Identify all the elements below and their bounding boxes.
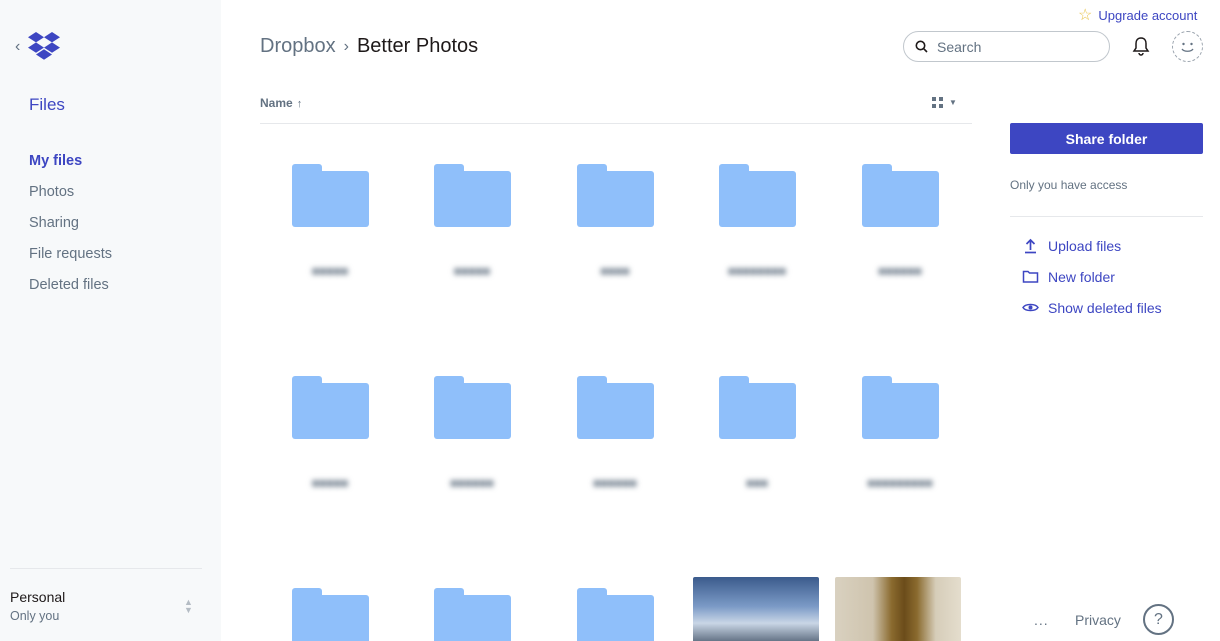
upgrade-label: Upgrade account xyxy=(1098,7,1198,23)
upload-files-action[interactable]: Upload files xyxy=(1022,230,1162,261)
folder-name: ■■■■ xyxy=(600,264,630,278)
page-title: Better Photos xyxy=(356,35,479,57)
eye-icon xyxy=(1022,303,1039,312)
new-folder-action[interactable]: New folder xyxy=(1022,261,1162,292)
folder-name: ■■■ xyxy=(746,476,768,490)
search-icon xyxy=(915,40,928,53)
privacy-link[interactable]: Privacy xyxy=(1075,612,1121,628)
folder-name: ■■■■■ xyxy=(311,264,349,278)
panel-divider xyxy=(1010,216,1203,217)
folder-tile[interactable]: ■■■■■■ xyxy=(545,352,673,542)
caret-down-icon: ▼ xyxy=(949,98,957,107)
folder-tile[interactable]: ■■■■■ xyxy=(260,352,388,542)
folder-tile[interactable] xyxy=(260,564,388,641)
folder-tile[interactable]: ■■■ xyxy=(687,352,815,542)
show-deleted-files-label: Show deleted files xyxy=(1048,299,1162,316)
folder-tile[interactable]: ■■■■■■■■ xyxy=(687,140,815,330)
folder-icon xyxy=(862,164,939,228)
folder-tile[interactable]: ■■■■■ xyxy=(402,140,530,330)
folder-name: ■■■■■■ xyxy=(878,264,922,278)
sidebar-item-my-files[interactable]: My files xyxy=(29,152,112,183)
breadcrumb-root[interactable]: Dropbox xyxy=(260,35,336,58)
folder-icon xyxy=(577,376,654,440)
view-toggle-button[interactable]: ▼ xyxy=(932,97,957,108)
folder-name: ■■■■■■■■ xyxy=(728,264,786,278)
folder-icon xyxy=(577,588,654,641)
more-options-button[interactable]: ... xyxy=(1034,612,1049,628)
folder-tile[interactable]: ■■■■■ xyxy=(260,140,388,330)
folder-name: ■■■■■■■■■ xyxy=(867,476,933,490)
folder-tile[interactable]: ■■■■ xyxy=(545,140,673,330)
app-window: ‹ Files My files Photos Sharing File req… xyxy=(0,0,1220,641)
account-switcher[interactable]: Personal Only you xyxy=(10,589,65,623)
upgrade-account-link[interactable]: ☆ Upgrade account xyxy=(1078,5,1197,25)
bell-icon[interactable] xyxy=(1130,35,1152,62)
grid-view-icon xyxy=(932,97,943,108)
breadcrumb: Dropbox › Better Photos xyxy=(260,35,478,58)
folder-tile[interactable] xyxy=(545,564,673,641)
sidebar-title[interactable]: Files xyxy=(29,95,65,115)
avatar[interactable] xyxy=(1172,31,1203,62)
sidebar-item-file-requests[interactable]: File requests xyxy=(29,245,112,276)
folder-tile[interactable] xyxy=(402,564,530,641)
folder-actions: Upload files New folder Show deleted fil… xyxy=(1022,230,1162,323)
account-name: Personal xyxy=(10,589,66,605)
dropbox-icon xyxy=(28,32,60,60)
list-header: Name ↑ ▼ xyxy=(260,89,972,124)
dropbox-logo[interactable] xyxy=(28,32,60,65)
account-sub: Only you xyxy=(10,609,60,623)
search-box[interactable] xyxy=(903,31,1110,62)
folder-name: ■■■■■■ xyxy=(593,476,637,490)
folder-tile[interactable]: ■■■■■■■■■ xyxy=(830,352,958,542)
sidebar: ‹ Files My files Photos Sharing File req… xyxy=(0,0,221,641)
photo-thumbnail-sky[interactable] xyxy=(693,577,819,641)
folder-name: ■■■■■ xyxy=(453,264,491,278)
folder-icon xyxy=(434,376,511,440)
search-input[interactable] xyxy=(937,38,1087,55)
folder-icon xyxy=(719,164,796,228)
back-chevron-icon[interactable]: ‹ xyxy=(15,38,20,56)
new-folder-label: New folder xyxy=(1048,268,1115,285)
chevron-right-icon: › xyxy=(343,37,349,55)
photo-thumbnail-guitar[interactable] xyxy=(835,577,961,641)
folder-icon xyxy=(719,376,796,440)
folder-icon xyxy=(577,164,654,228)
sidebar-item-sharing[interactable]: Sharing xyxy=(29,214,112,245)
sidebar-divider xyxy=(10,568,202,569)
access-text: Only you have access xyxy=(1010,178,1128,192)
help-button[interactable]: ? xyxy=(1143,604,1174,635)
sort-up-arrow-icon: ↑ xyxy=(296,98,303,110)
folder-icon xyxy=(434,588,511,641)
sidebar-item-photos[interactable]: Photos xyxy=(29,183,112,214)
star-icon: ☆ xyxy=(1078,7,1093,24)
sidebar-nav: My files Photos Sharing File requests De… xyxy=(29,152,112,307)
folder-icon xyxy=(862,376,939,440)
share-folder-button[interactable]: Share folder xyxy=(1010,123,1203,154)
upload-icon xyxy=(1025,238,1036,254)
sidebar-item-deleted-files[interactable]: Deleted files xyxy=(29,276,112,307)
folder-icon xyxy=(292,376,369,440)
folder-name: ■■■■■ xyxy=(311,476,349,490)
sort-by-name-button[interactable]: Name ↑ xyxy=(260,96,302,110)
folder-icon xyxy=(434,164,511,228)
show-deleted-files-action[interactable]: Show deleted files xyxy=(1022,292,1162,323)
folder-name: ■■■■■■ xyxy=(450,476,494,490)
upload-files-label: Upload files xyxy=(1048,237,1122,254)
folder-icon xyxy=(292,164,369,228)
account-toggle-icon[interactable]: ▲ ▼ xyxy=(184,598,193,615)
folder-icon xyxy=(1022,270,1039,283)
folder-tile[interactable]: ■■■■■■ xyxy=(830,140,958,330)
folder-icon xyxy=(292,588,369,641)
folder-tile[interactable]: ■■■■■■ xyxy=(402,352,530,542)
smiley-icon xyxy=(1181,42,1194,52)
column-name-label: Name xyxy=(260,96,293,110)
